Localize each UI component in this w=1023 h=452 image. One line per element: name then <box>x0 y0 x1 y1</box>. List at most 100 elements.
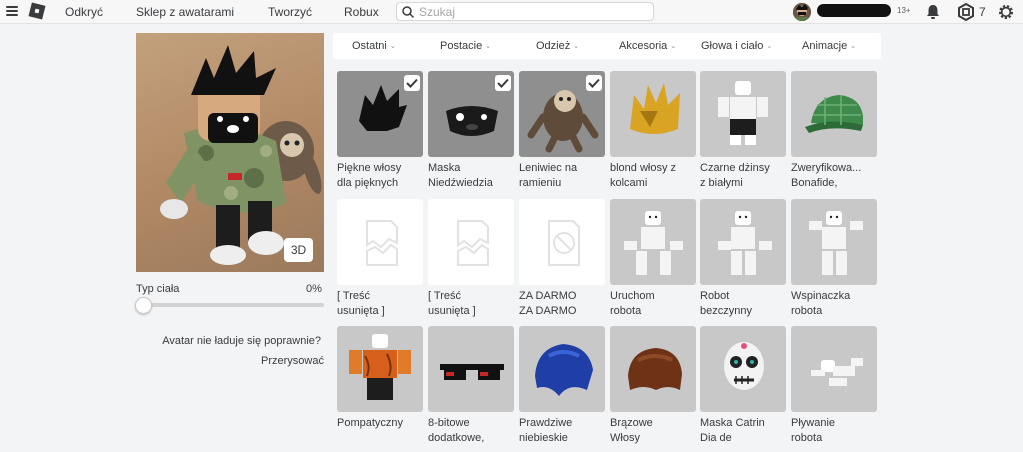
item-name[interactable]: blond włosy z kolcami <box>610 161 700 191</box>
item-name-line: ramieniu <box>519 177 562 189</box>
item-tile[interactable] <box>519 326 605 412</box>
toggle-3d-button[interactable]: 3D <box>284 238 313 262</box>
item-tile[interactable] <box>337 71 423 157</box>
robot-run-icon <box>624 211 683 275</box>
item-name-line: ZA DARMO <box>519 290 577 302</box>
item-name[interactable]: Maska Niedźwiedzia <box>428 161 518 191</box>
blond-hair-icon <box>630 83 680 134</box>
item-name-line: Robot <box>700 290 730 302</box>
broken-image-icon <box>457 220 489 266</box>
item-name-line: robota <box>791 305 823 317</box>
tab-clothing[interactable]: Odzież ⌄ <box>536 40 579 52</box>
chevron-down-icon: ⌄ <box>573 43 580 50</box>
item-name-line: ZA DARMO <box>519 305 577 317</box>
tab-characters[interactable]: Postacie ⌄ <box>440 40 491 52</box>
checkmark-icon <box>404 75 420 91</box>
item-name[interactable]: Pływanie robota <box>791 416 881 446</box>
tab-head-body[interactable]: Głowa i ciało ⌄ <box>701 40 772 52</box>
item-name-line: [ Treść <box>428 290 462 302</box>
nav-discover[interactable]: Odkryć <box>65 5 103 19</box>
blocked-item-icon <box>548 220 580 266</box>
item-name[interactable]: Uruchom robota <box>610 289 700 319</box>
item-name[interactable]: Czarne dżinsy z białymi <box>700 161 790 191</box>
avatar-render-icon <box>160 45 322 265</box>
robot-swim-icon <box>811 358 863 386</box>
item-name-line: Pompatyczny <box>337 417 404 429</box>
settings-gear-icon[interactable] <box>997 3 1015 21</box>
nav-create[interactable]: Tworzyć <box>268 5 312 19</box>
item-tile[interactable] <box>519 199 605 285</box>
body-type-slider-thumb[interactable] <box>135 297 152 314</box>
item-name-line: Pływanie <box>791 417 836 429</box>
menu-icon[interactable] <box>6 6 18 17</box>
broken-image-icon <box>366 220 398 266</box>
item-name[interactable]: Maska Catrin Dia de <box>700 416 790 446</box>
item-name[interactable]: ZA DARMO ZA DARMO <box>519 289 609 319</box>
item-name[interactable]: Wspinaczka robota <box>791 289 881 319</box>
item-tile[interactable] <box>337 326 423 412</box>
item-name-line: kolcami <box>610 177 648 189</box>
item-name[interactable]: Robot bezczynny <box>700 289 790 319</box>
cap-icon <box>805 95 863 133</box>
item-tile[interactable] <box>791 71 877 157</box>
notifications-bell-icon[interactable] <box>924 3 942 21</box>
robot-idle-icon <box>718 211 772 275</box>
item-name-line: dodatkowe, <box>428 432 485 444</box>
item-name[interactable]: Zweryfikowa... Bonafide, <box>791 161 881 191</box>
age-badge: 13+ <box>897 6 911 15</box>
item-tile[interactable] <box>610 199 696 285</box>
item-tile[interactable] <box>700 71 786 157</box>
item-tile[interactable] <box>428 326 514 412</box>
item-name-line: Prawdziwe <box>519 417 573 429</box>
item-name-line: Bonafide, <box>791 177 838 189</box>
item-tile[interactable] <box>428 71 514 157</box>
nav-robux[interactable]: Robux <box>344 5 379 19</box>
item-name-line: dla pięknych <box>337 177 399 189</box>
item-name-line: Piękne włosy <box>337 162 402 174</box>
tab-accessories[interactable]: Akcesoria ⌄ <box>619 40 676 52</box>
nav-avatar-shop[interactable]: Sklep z awatarami <box>136 5 234 19</box>
item-tile[interactable] <box>791 199 877 285</box>
chevron-down-icon: ⌄ <box>766 43 773 50</box>
brown-hair-icon <box>628 348 682 390</box>
item-name-line: Leniwiec na <box>519 162 578 174</box>
skull-mask-icon <box>724 342 764 390</box>
body-type-slider[interactable] <box>141 303 324 307</box>
item-tile[interactable] <box>519 71 605 157</box>
item-name[interactable]: [ Treść usunięta ] <box>337 289 427 319</box>
pixel-glasses-icon <box>440 364 504 380</box>
item-name[interactable]: Brązowe Włosy <box>610 416 700 446</box>
tab-animations[interactable]: Animacje ⌄ <box>802 40 856 52</box>
item-name-line: Zweryfikowa... <box>791 162 862 174</box>
item-name-line: blond włosy z <box>610 162 677 174</box>
search-input[interactable]: Szukaj <box>396 2 654 21</box>
avatar-preview[interactable] <box>136 33 324 272</box>
chevron-down-icon: ⌄ <box>670 43 677 50</box>
item-name[interactable]: Pompatyczny <box>337 416 427 446</box>
tab-recent[interactable]: Ostatni ⌄ <box>352 40 396 52</box>
item-name[interactable]: Leniwiec na ramieniu <box>519 161 609 191</box>
username-redacted[interactable] <box>817 4 891 17</box>
body-type-label: Typ ciała <box>136 283 180 295</box>
robux-icon[interactable] <box>957 3 975 21</box>
item-name[interactable]: 8-bitowe dodatkowe, <box>428 416 518 446</box>
item-tile[interactable] <box>610 71 696 157</box>
item-tile[interactable] <box>610 326 696 412</box>
item-name-line: [ Treść <box>337 290 371 302</box>
item-tile[interactable] <box>428 199 514 285</box>
chevron-down-icon: ⌄ <box>850 43 857 50</box>
redraw-link[interactable]: Przerysować <box>261 355 324 367</box>
item-tile[interactable] <box>700 326 786 412</box>
item-name[interactable]: Prawdziwe niebieskie <box>519 416 609 446</box>
search-icon <box>402 6 415 19</box>
robux-balance[interactable]: 7 <box>979 5 986 19</box>
user-avatar[interactable] <box>793 3 811 21</box>
item-tile[interactable] <box>337 199 423 285</box>
item-name[interactable]: Piękne włosy dla pięknych <box>337 161 427 191</box>
item-name-line: usunięta ] <box>337 305 385 317</box>
item-tile[interactable] <box>700 199 786 285</box>
item-name-line: Brązowe <box>610 417 653 429</box>
item-name[interactable]: [ Treść usunięta ] <box>428 289 518 319</box>
item-tile[interactable] <box>791 326 877 412</box>
roblox-logo-icon[interactable] <box>28 2 46 20</box>
